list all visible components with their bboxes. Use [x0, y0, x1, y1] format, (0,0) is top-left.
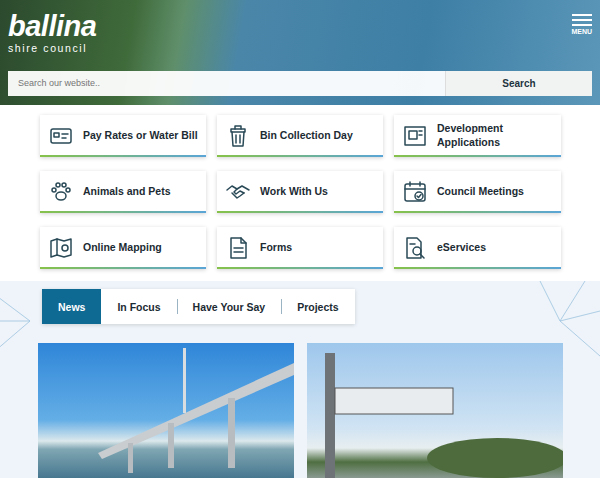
- plans-icon: [402, 123, 428, 149]
- quick-link-label: eServices: [437, 241, 486, 255]
- quick-link-label: Forms: [260, 241, 292, 255]
- tab[interactable]: In Focus: [101, 289, 176, 324]
- search-button[interactable]: Search: [445, 71, 592, 96]
- quick-link-label: Bin Collection Day: [260, 129, 353, 143]
- bridge-picture: [38, 343, 294, 478]
- map-icon: [48, 235, 74, 261]
- menu-label: MENU: [571, 28, 592, 35]
- quick-link-label: Online Mapping: [83, 241, 162, 255]
- handshake-icon: [225, 179, 251, 205]
- quick-link-card[interactable]: Council Meetings: [394, 171, 561, 213]
- quick-link-card[interactable]: Development Applications: [394, 115, 561, 157]
- logo-tagline: shire council: [8, 42, 96, 55]
- search-input[interactable]: [8, 71, 445, 96]
- paw-icon: [48, 179, 74, 205]
- logo[interactable]: ballinashire council: [8, 12, 96, 55]
- top-bar: ballinashire council MENU: [8, 12, 592, 55]
- card-icon: [48, 123, 74, 149]
- quick-link-card[interactable]: Forms: [217, 227, 383, 269]
- search-document-icon: [402, 235, 428, 261]
- quick-link-label: Work With Us: [260, 185, 328, 199]
- tab-bar: NewsIn FocusHave Your SayProjects: [42, 289, 355, 324]
- quick-link-card[interactable]: eServices: [394, 227, 561, 269]
- header: ballinashire council MENU Search: [0, 0, 600, 105]
- search-bar: Search: [8, 71, 592, 96]
- logo-name: ballina: [8, 12, 96, 41]
- feature-section: NewsIn FocusHave Your SayProjects: [0, 281, 600, 478]
- quick-link-card[interactable]: Bin Collection Day: [217, 115, 383, 157]
- quick-link-label: Council Meetings: [437, 185, 524, 199]
- street-sign-picture: [307, 343, 563, 478]
- menu-button[interactable]: MENU: [571, 12, 592, 35]
- news-photo[interactable]: [307, 343, 563, 478]
- quick-link-card[interactable]: Animals and Pets: [40, 171, 206, 213]
- quick-link-label: Animals and Pets: [83, 185, 171, 199]
- bin-icon: [225, 123, 251, 149]
- quick-link-label: Development Applications: [437, 122, 553, 149]
- hamburger-icon: [572, 14, 592, 26]
- quick-links: Pay Rates or Water Bill Bin Collection Da…: [0, 105, 600, 281]
- tab[interactable]: News: [42, 289, 101, 324]
- quick-link-card[interactable]: Pay Rates or Water Bill: [40, 115, 206, 157]
- tab[interactable]: Have Your Say: [177, 289, 282, 324]
- tab[interactable]: Projects: [281, 289, 354, 324]
- quick-link-card[interactable]: Online Mapping: [40, 227, 206, 269]
- news-photo[interactable]: [38, 343, 294, 478]
- quick-link-card[interactable]: Work With Us: [217, 171, 383, 213]
- quick-link-label: Pay Rates or Water Bill: [83, 129, 198, 143]
- document-icon: [225, 235, 251, 261]
- calendar-icon: [402, 179, 428, 205]
- news-list: [38, 343, 600, 478]
